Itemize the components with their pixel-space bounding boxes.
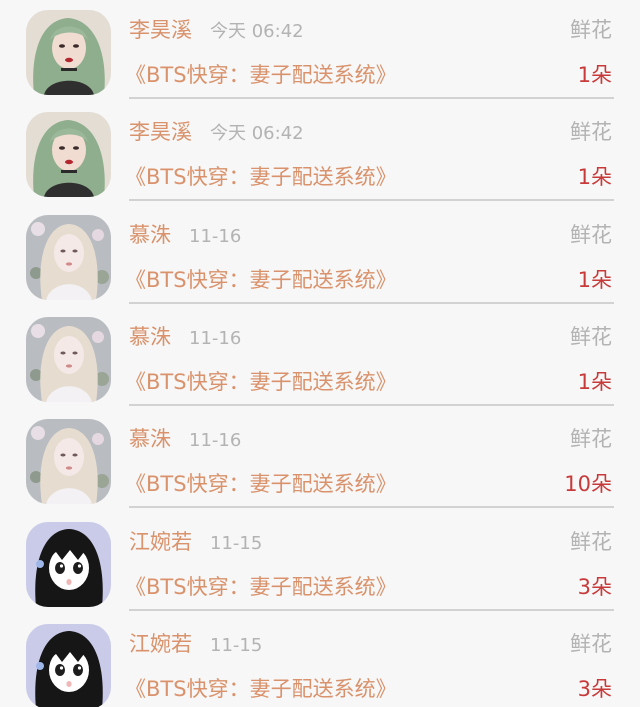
timestamp: 11-15 bbox=[210, 634, 263, 656]
gift-type: 鲜花 bbox=[570, 427, 612, 452]
user-name[interactable]: 李昊溪 bbox=[129, 118, 192, 146]
list-item[interactable]: 慕洙 11-16 鲜花 《BTS快穿：妻子配送系统》 1朵 bbox=[0, 307, 640, 409]
gift-type: 鲜花 bbox=[570, 529, 612, 554]
timestamp: 11-16 bbox=[189, 225, 242, 247]
gift-count: 3朵 bbox=[577, 676, 612, 701]
gift-type: 鲜花 bbox=[570, 18, 612, 42]
book-title[interactable]: 《BTS快穿：妻子配送系统》 bbox=[125, 573, 397, 601]
gift-count: 1朵 bbox=[577, 63, 612, 87]
divider bbox=[129, 403, 614, 406]
user-name[interactable]: 江婉若 bbox=[129, 630, 192, 658]
user-name[interactable]: 慕洙 bbox=[129, 221, 171, 249]
avatar-blonde-flowers[interactable] bbox=[26, 419, 111, 505]
user-name[interactable]: 李昊溪 bbox=[129, 16, 192, 44]
divider bbox=[129, 97, 614, 99]
divider bbox=[129, 506, 614, 509]
timestamp: 11-15 bbox=[210, 532, 263, 554]
gift-record-list: 李昊溪 今天 06:42 鲜花 《BTS快穿：妻子配送系统》 1朵 李昊溪 今天… bbox=[0, 0, 640, 707]
book-title[interactable]: 《BTS快穿：妻子配送系统》 bbox=[125, 470, 397, 498]
gift-count: 1朵 bbox=[577, 267, 612, 292]
divider bbox=[129, 199, 614, 202]
gift-type: 鲜花 bbox=[570, 324, 612, 349]
user-name[interactable]: 慕洙 bbox=[129, 425, 171, 453]
timestamp: 11-16 bbox=[189, 327, 242, 349]
divider bbox=[129, 608, 614, 611]
timestamp: 11-16 bbox=[189, 430, 242, 452]
list-item[interactable]: 江婉若 11-15 鲜花 《BTS快穿：妻子配送系统》 3朵 bbox=[0, 614, 640, 707]
avatar-anime-girl[interactable] bbox=[26, 521, 111, 607]
avatar-anime-girl[interactable] bbox=[26, 623, 111, 707]
list-item[interactable]: 江婉若 11-15 鲜花 《BTS快穿：妻子配送系统》 3朵 bbox=[0, 512, 640, 614]
gift-type: 鲜花 bbox=[570, 631, 612, 656]
gift-count: 1朵 bbox=[577, 369, 612, 394]
gift-count: 3朵 bbox=[577, 574, 612, 599]
gift-count: 10朵 bbox=[564, 472, 612, 497]
avatar-blonde-flowers[interactable] bbox=[26, 214, 111, 300]
avatar-green-hair[interactable] bbox=[26, 112, 111, 198]
list-item[interactable]: 李昊溪 今天 06:42 鲜花 《BTS快穿：妻子配送系统》 1朵 bbox=[0, 0, 640, 102]
user-name[interactable]: 慕洙 bbox=[129, 323, 171, 351]
book-title[interactable]: 《BTS快穿：妻子配送系统》 bbox=[125, 163, 397, 191]
gift-type: 鲜花 bbox=[570, 120, 612, 145]
avatar-green-hair[interactable] bbox=[26, 10, 111, 95]
divider bbox=[129, 301, 614, 304]
list-item[interactable]: 慕洙 11-16 鲜花 《BTS快穿：妻子配送系统》 1朵 bbox=[0, 205, 640, 307]
avatar-blonde-flowers[interactable] bbox=[26, 316, 111, 402]
book-title[interactable]: 《BTS快穿：妻子配送系统》 bbox=[125, 266, 397, 294]
gift-type: 鲜花 bbox=[570, 222, 612, 247]
book-title[interactable]: 《BTS快穿：妻子配送系统》 bbox=[125, 675, 397, 703]
list-item[interactable]: 李昊溪 今天 06:42 鲜花 《BTS快穿：妻子配送系统》 1朵 bbox=[0, 102, 640, 204]
gift-count: 1朵 bbox=[577, 165, 612, 190]
user-name[interactable]: 江婉若 bbox=[129, 528, 192, 556]
timestamp: 今天 06:42 bbox=[210, 123, 304, 145]
list-item[interactable]: 慕洙 11-16 鲜花 《BTS快穿：妻子配送系统》 10朵 bbox=[0, 409, 640, 511]
timestamp: 今天 06:42 bbox=[210, 21, 304, 42]
book-title[interactable]: 《BTS快穿：妻子配送系统》 bbox=[125, 368, 397, 396]
book-title[interactable]: 《BTS快穿：妻子配送系统》 bbox=[125, 61, 397, 89]
